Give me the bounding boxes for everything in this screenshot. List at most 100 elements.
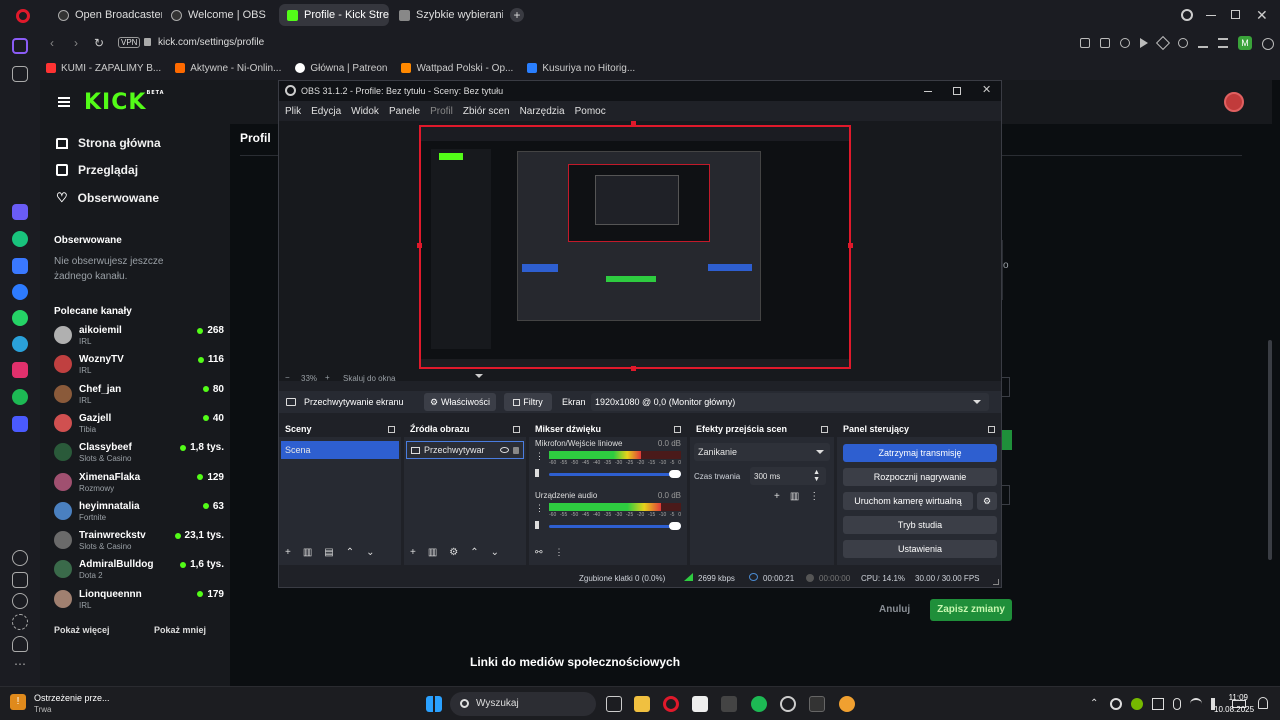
bookmark-item[interactable]: Aktywne - Ni-Onlin... [175,63,281,74]
tray-nvidia-icon[interactable] [1131,698,1143,710]
history-icon[interactable] [12,572,28,588]
user-avatar[interactable] [1224,92,1244,112]
chatgpt-icon[interactable] [12,231,28,247]
tab-obs-project[interactable]: Open Broadcaster Softw... [50,4,162,26]
maximize-icon[interactable] [1231,10,1240,19]
studio-mode-button[interactable]: Tryb studia [843,516,997,534]
save-changes-button[interactable]: Zapisz zmiany [930,599,1012,621]
undock-icon[interactable] [674,425,681,433]
hamburger-menu-icon[interactable] [58,97,70,107]
arrow-up-icon[interactable]: ⌃ [470,547,478,558]
telegram-icon[interactable] [12,336,28,352]
source-item[interactable]: Przechwytywar [406,441,524,459]
arrow-down-icon[interactable]: ⌄ [491,547,499,558]
spin-up-icon[interactable]: ▲ [813,469,820,476]
zoom-in-icon[interactable]: + [325,373,330,382]
share-icon[interactable] [1080,38,1090,48]
spotify-icon[interactable] [751,696,767,712]
trash-icon[interactable]: ▥ [790,491,799,502]
play-icon[interactable] [1140,38,1148,48]
spotify-icon[interactable] [12,389,28,405]
nav-browse[interactable]: Przeglądaj [56,163,138,177]
camera-icon[interactable] [1100,38,1110,48]
bookmark-item[interactable]: Kusuriya no Hitorig... [527,63,635,74]
virtual-camera-settings-button[interactable]: ⚙ [977,492,997,510]
menu-view[interactable]: Widok [351,106,379,117]
channel-row[interactable]: Trainwreckstv Slots & Casino 23,1 tys. [54,527,224,555]
more-vertical-icon[interactable]: ⋮ [535,451,544,462]
channel-row[interactable]: aikoiemil IRL 268 [54,322,224,350]
tab-speed-dial[interactable]: Szybkie wybieranie [391,4,503,26]
channel-row[interactable]: Gazjell Tibia 40 [54,410,224,438]
channel-row[interactable]: Classybeef Slots & Casino 1,8 tys. [54,439,224,467]
instagram-icon[interactable] [12,362,28,378]
undock-icon[interactable] [388,425,395,433]
home-icon[interactable] [12,38,28,54]
screen-select[interactable]: 1920x1080 @ 0,0 (Monitor główny) [591,393,989,411]
filter-icon[interactable]: ▤ [324,547,333,558]
search-tabs-icon[interactable] [1181,9,1193,21]
zoom-out-icon[interactable]: − [285,373,290,382]
wifi-icon[interactable] [1190,698,1202,710]
vpn-badge[interactable]: VPN [118,37,141,48]
notepad-icon[interactable] [692,696,708,712]
nav-home[interactable]: Strona główna [56,136,161,150]
tray-chevron-up-icon[interactable]: ⌃ [1090,698,1098,709]
url-field[interactable]: kick.com/settings/profile [158,37,264,48]
undock-icon[interactable] [988,425,995,433]
duration-spinbox[interactable]: 300 ms ▲ ▼ [750,467,826,485]
more-vertical-icon[interactable]: ⋮ [809,491,819,502]
start-virtual-camera-button[interactable]: Uruchom kamerę wirtualną [843,492,973,510]
menu-lines-icon[interactable] [1218,38,1228,48]
bookmark-item[interactable]: Główna | Patreon [295,63,387,74]
forward-arrow-icon[interactable]: › [74,36,78,50]
menu-docks[interactable]: Panele [389,106,420,117]
extensions-icon[interactable] [1262,38,1274,50]
bookmark-item[interactable]: Wattpad Polski - Op... [401,63,513,74]
add-icon[interactable]: + [410,547,416,558]
more-dots-icon[interactable]: ⋯ [12,656,28,672]
player-icon[interactable] [12,416,28,432]
app-icon[interactable] [839,696,855,712]
channel-row[interactable]: Lionqueennn IRL 179 [54,586,224,614]
menu-scene-collection[interactable]: Zbiór scen [463,106,510,117]
transition-select[interactable]: Zanikanie [694,443,830,461]
spin-down-icon[interactable]: ▼ [813,476,820,483]
channel-row[interactable]: AdmiralBulldog Dota 2 1,6 tys. [54,556,224,584]
scene-item[interactable]: Scena [281,441,399,459]
obs-close-icon[interactable]: ✕ [982,83,991,96]
new-tab-plus-icon[interactable]: + [510,8,524,22]
speaker-icon[interactable] [535,469,541,477]
notifications-bell-icon[interactable] [1258,697,1268,709]
arrow-down-icon[interactable]: ⌄ [366,547,374,558]
nav-following[interactable]: ♡ Obserwowane [56,190,159,206]
obs-minimize-icon[interactable] [924,91,932,92]
arrow-up-icon[interactable]: ⌃ [346,547,354,558]
opera-logo-icon[interactable] [16,9,30,23]
show-less-link[interactable]: Pokaż mniej [154,625,206,635]
download-icon[interactable] [1198,38,1208,48]
menu-edit[interactable]: Edycja [311,106,341,117]
preview-capture-frame[interactable] [419,125,851,369]
channel-row[interactable]: heyimnatalia Fortnite 63 [54,498,224,526]
minimize-icon[interactable] [1206,15,1216,16]
tray-ring-icon[interactable] [1110,698,1122,710]
resize-handle[interactable] [417,243,422,248]
more-vertical-icon[interactable]: ⋮ [535,503,544,514]
clock-icon[interactable] [12,593,28,609]
scale-mode[interactable]: Skaluj do okna [343,374,395,383]
profile-tab[interactable]: Profil [240,131,271,145]
heart-outline-icon[interactable] [12,550,28,566]
send-icon[interactable] [1155,35,1171,51]
menu-tools[interactable]: Narzędzia [520,106,565,117]
whatsapp-icon[interactable] [12,310,28,326]
cancel-button[interactable]: Anuluj [879,604,910,615]
trash-icon[interactable]: ▥ [428,547,437,558]
speaker-icon[interactable] [535,521,541,529]
channel-row[interactable]: WoznyTV IRL 116 [54,351,224,379]
tab-welcome-obs[interactable]: Welcome | OBS [163,4,275,26]
volume-slider-knob[interactable] [669,470,681,478]
tray-pen-icon[interactable] [1152,698,1164,710]
undock-icon[interactable] [513,425,520,433]
stop-streaming-button[interactable]: Zatrzymaj transmisję [843,444,997,462]
